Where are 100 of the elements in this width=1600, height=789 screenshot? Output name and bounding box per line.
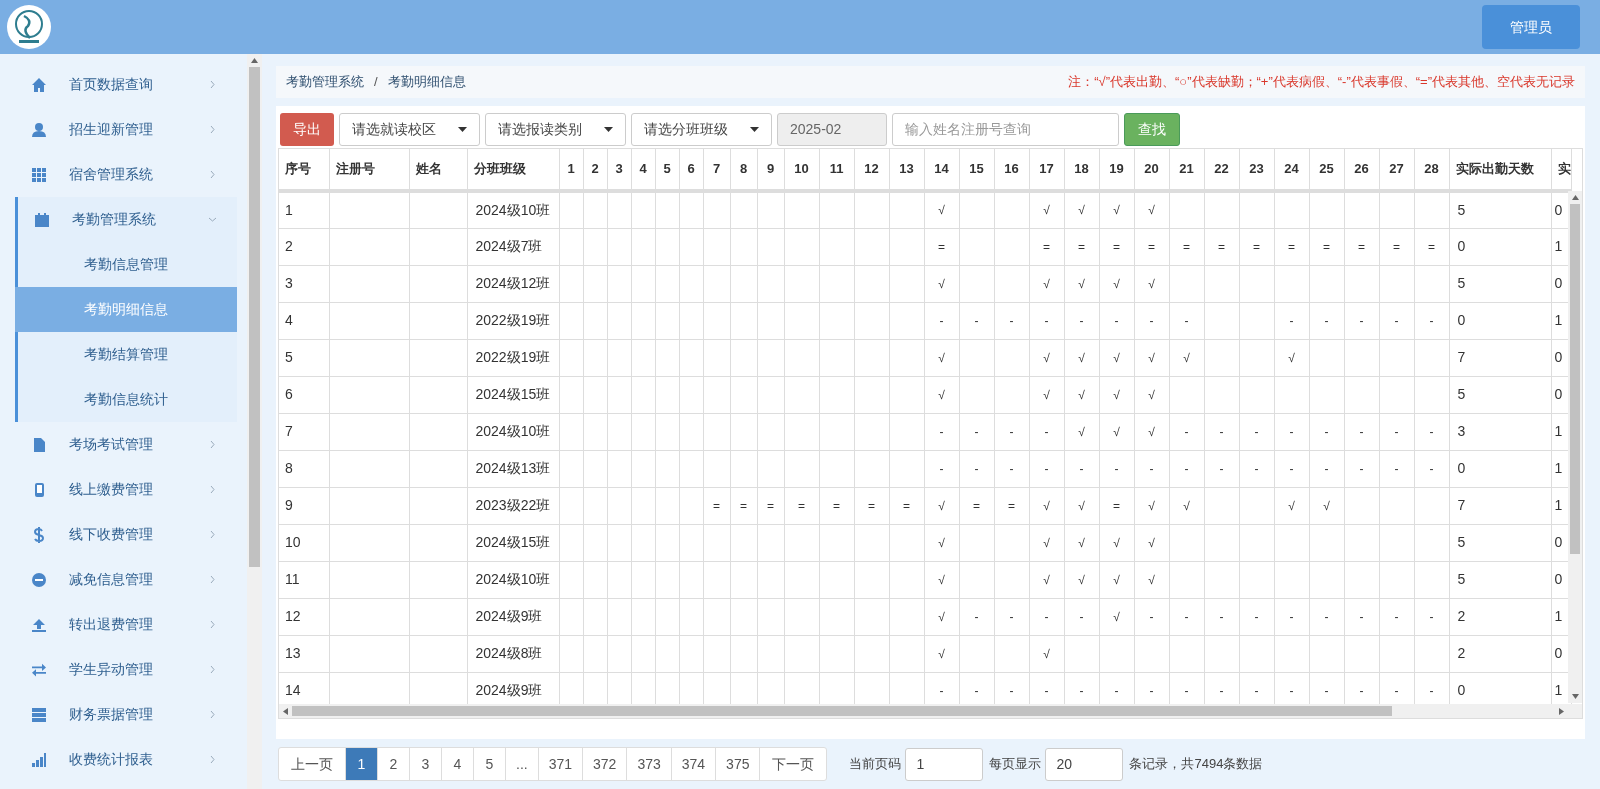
scroll-up-icon[interactable] <box>1571 195 1579 200</box>
sidebar-item[interactable]: 宿舍管理系统 <box>15 152 237 197</box>
chevron-down-icon <box>208 215 217 224</box>
search-field[interactable]: 输入姓名注册号查询 <box>892 112 1119 146</box>
column-header: 21 <box>1169 149 1204 191</box>
column-header: 姓名 <box>409 149 467 191</box>
attendance-mark: √ <box>1274 339 1309 376</box>
page-button[interactable]: 4 <box>441 748 473 780</box>
table-cell: 2024级15班 <box>467 524 559 561</box>
sidebar-item[interactable]: 考场考试管理 <box>15 422 237 467</box>
attendance-mark: = <box>994 487 1029 524</box>
attendance-mark: √ <box>1099 265 1134 302</box>
attendance-mark: √ <box>1029 265 1064 302</box>
attendance-mark: √ <box>1064 524 1099 561</box>
chevron-right-icon <box>208 665 217 674</box>
dropdown[interactable]: 请选报读类别 <box>485 112 626 146</box>
sidebar-item[interactable]: 首页数据查询 <box>15 62 237 107</box>
upload-icon <box>31 616 47 633</box>
page-button[interactable]: ... <box>505 748 538 780</box>
table-cell: 3 <box>279 265 329 302</box>
export-button[interactable]: 导出 <box>280 112 334 146</box>
attendance-mark: √ <box>1099 561 1134 598</box>
column-header: 16 <box>994 149 1029 191</box>
page-button[interactable]: 2 <box>377 748 409 780</box>
table-cell: 2024级10班 <box>467 191 559 228</box>
table-cell: 2023级22班 <box>467 487 559 524</box>
attendance-mark: - <box>1169 302 1204 339</box>
attendance-mark: - <box>1169 413 1204 450</box>
scroll-right-icon[interactable] <box>1559 707 1564 715</box>
table-cell: 5 <box>1449 376 1551 413</box>
sidebar-item[interactable]: 财务票据管理 <box>15 692 237 737</box>
column-header: 15 <box>959 149 994 191</box>
sidebar-item[interactable]: 招生迎新管理 <box>15 107 237 152</box>
next-page-button[interactable]: 下一页 <box>759 748 827 780</box>
attendance-mark: - <box>1064 450 1099 487</box>
attendance-mark: - <box>1414 413 1449 450</box>
swap-arrows-icon <box>31 661 47 678</box>
chevron-right-icon <box>208 125 217 134</box>
document-icon <box>31 436 47 453</box>
scrollbar[interactable] <box>279 704 1582 718</box>
attendance-mark: √ <box>1099 598 1134 635</box>
page-number-field[interactable]: 1 <box>905 747 984 781</box>
page-button[interactable]: 373 <box>626 748 671 780</box>
attendance-mark: √ <box>1099 191 1134 228</box>
sidebar-subitem[interactable]: 考勤结算管理 <box>18 332 237 377</box>
scroll-left-icon[interactable] <box>283 707 288 715</box>
sidebar-subitem[interactable]: 考勤信息管理 <box>18 242 237 287</box>
table-cell: 5 <box>279 339 329 376</box>
scrollbar[interactable] <box>247 54 262 789</box>
page-button[interactable]: 1 <box>345 748 377 780</box>
user-button[interactable]: 管理员 <box>1482 5 1580 49</box>
page-button[interactable]: 3 <box>409 748 441 780</box>
sidebar-item[interactable]: 考勤管理系统 <box>18 197 237 242</box>
table-cell: 5 <box>1449 265 1551 302</box>
attendance-mark: - <box>994 413 1029 450</box>
scroll-up-icon[interactable] <box>251 58 258 63</box>
breadcrumb-item[interactable]: 考勤管理系统 <box>286 72 364 92</box>
user-icon <box>31 121 47 138</box>
sidebar-item[interactable]: 减免信息管理 <box>15 557 237 602</box>
table-cell: 2022级19班 <box>467 302 559 339</box>
table-cell: 7 <box>1449 339 1551 376</box>
page-button[interactable]: 371 <box>537 748 583 780</box>
dropdown[interactable]: 请选分班班级 <box>631 112 772 146</box>
page-button[interactable]: 375 <box>715 748 760 780</box>
page-button[interactable]: 374 <box>670 748 716 780</box>
page-size-field[interactable]: 20 <box>1045 747 1124 781</box>
caret-icon <box>604 126 613 132</box>
table-cell: 3 <box>1449 413 1551 450</box>
legend-note: 注：“√”代表出勤、“○”代表缺勤；“+”代表病假、“-”代表事假、“=”代表其他、空代表无记录 <box>1068 73 1575 92</box>
sidebar-item[interactable]: 收费统计报表 <box>15 737 237 782</box>
scrollbar[interactable] <box>1568 191 1582 703</box>
attendance-mark: - <box>1239 413 1274 450</box>
attendance-mark: - <box>924 450 959 487</box>
table-cell: 10 <box>279 524 329 561</box>
column-header: 22 <box>1204 149 1239 191</box>
attendance-mark: √ <box>1169 487 1204 524</box>
sidebar-item[interactable]: 线下收费管理 <box>15 512 237 557</box>
attendance-mark: - <box>1169 450 1204 487</box>
dropdown[interactable]: 请选就读校区 <box>339 112 480 146</box>
table-cell: 7 <box>279 413 329 450</box>
bar-chart-icon <box>31 751 47 768</box>
attendance-mark: - <box>994 450 1029 487</box>
sidebar-item[interactable]: 线上缴费管理 <box>15 467 237 512</box>
attendance-mark: - <box>1379 413 1414 450</box>
page-button[interactable]: 372 <box>582 748 627 780</box>
attendance-mark: - <box>1029 598 1064 635</box>
attendance-mark: - <box>924 413 959 450</box>
attendance-mark: = <box>819 487 854 524</box>
sidebar-item[interactable]: 学生异动管理 <box>15 647 237 692</box>
column-header: 序号 <box>279 149 329 191</box>
table-cell: 0 <box>1449 302 1551 339</box>
attendance-mark: = <box>1099 487 1134 524</box>
scroll-down-icon[interactable] <box>1571 694 1579 699</box>
column-header: 9 <box>757 149 784 191</box>
sidebar-item[interactable]: 转出退费管理 <box>15 602 237 647</box>
prev-page-button[interactable]: 上一页 <box>279 748 345 780</box>
breadcrumb-separator: / <box>374 73 378 92</box>
attendance-mark: = <box>1274 228 1309 265</box>
page-button[interactable]: 5 <box>473 748 505 780</box>
sidebar-subitem[interactable]: 考勤信息统计 <box>18 377 237 422</box>
